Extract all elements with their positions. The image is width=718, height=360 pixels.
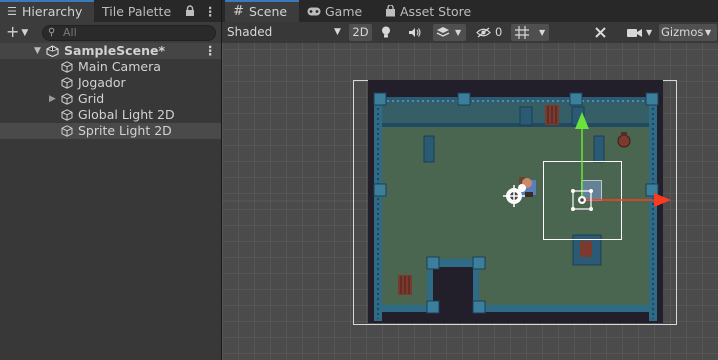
tab-asset-store-label: Asset Store	[400, 4, 472, 19]
tab-hierarchy[interactable]: ☰ Hierarchy	[0, 0, 94, 23]
wrench-icon	[594, 26, 618, 39]
scene-panel: # Scene Game Asset Store Shaded ▼ 2D ▼ 0…	[222, 0, 718, 360]
dropdown-arrow-icon: ▼	[646, 28, 653, 37]
tab-asset-store[interactable]: Asset Store	[380, 0, 480, 22]
hierarchy-item-global-light-2d[interactable]: Global Light 2D	[0, 107, 221, 123]
toggle-2d-button[interactable]: 2D	[349, 24, 372, 41]
scene-toolbar: Shaded ▼ 2D ▼ 0 ▼ ▼ Gizmos ▼	[222, 22, 718, 44]
tab-game-label: Game	[325, 4, 363, 19]
hierarchy-toolbar: + ▼ ⚲ All	[0, 22, 221, 44]
scene-viewport[interactable]	[222, 43, 718, 360]
scene-canvas[interactable]	[222, 43, 718, 360]
hierarchy-tab-bar: ☰ Hierarchy Tile Palette ⋮	[0, 0, 221, 23]
gameobject-cube-icon	[61, 109, 73, 121]
tab-game[interactable]: Game	[302, 0, 372, 22]
audio-toggle[interactable]	[408, 24, 429, 41]
camera-icon	[627, 28, 642, 38]
layers-icon	[436, 26, 450, 39]
tab-hierarchy-label: Hierarchy	[22, 4, 83, 19]
gameobject-cube-icon	[61, 61, 73, 73]
scene-row[interactable]: ▼ SampleScene* ⋮	[0, 43, 221, 59]
hierarchy-item-main-camera[interactable]: Main Camera	[0, 59, 221, 75]
more-options-icon[interactable]: ⋮	[204, 0, 217, 23]
lighting-toggle[interactable]	[381, 24, 402, 41]
dropdown-arrow-icon: ▼	[705, 28, 712, 37]
toggle-2d-label: 2D	[352, 25, 369, 39]
eye-slash-icon	[476, 27, 491, 38]
hierarchy-item-jogador[interactable]: Jogador	[0, 75, 221, 91]
shading-mode-value: Shaded	[227, 25, 273, 39]
camera-settings-dropdown[interactable]: ▼	[624, 24, 656, 41]
list-icon: ☰	[7, 5, 17, 18]
tab-tile-palette-label: Tile Palette	[102, 4, 172, 19]
lightbulb-icon	[381, 26, 402, 39]
dropdown-arrow-icon: ▼	[21, 28, 29, 38]
tab-scene[interactable]: # Scene	[225, 0, 299, 23]
item-label: Main Camera	[78, 59, 161, 74]
hidden-objects-toggle[interactable]: 0	[474, 24, 505, 41]
hierarchy-item-grid[interactable]: ▶ Grid	[0, 91, 221, 107]
gamepad-icon	[307, 7, 321, 16]
grid-icon: #	[233, 4, 244, 19]
tab-scene-label: Scene	[249, 4, 288, 19]
tab-tile-palette[interactable]: Tile Palette ⋮	[94, 0, 221, 22]
gizmos-dropdown[interactable]: Gizmos ▼	[659, 24, 717, 41]
item-label: Grid	[78, 91, 105, 106]
gameobject-cube-icon	[61, 93, 73, 105]
dropdown-arrow-icon: ▼	[334, 27, 341, 37]
item-label: Sprite Light 2D	[78, 123, 172, 138]
gizmos-label: Gizmos	[661, 25, 704, 39]
gameobject-cube-icon	[61, 125, 73, 137]
effects-dropdown[interactable]: ▼	[433, 24, 466, 41]
dropdown-arrow-icon: ▼	[539, 28, 546, 37]
search-placeholder: All	[63, 26, 77, 39]
dropdown-arrow-icon: ▼	[455, 28, 462, 37]
scene-tab-bar: # Scene Game Asset Store	[222, 0, 718, 23]
create-button[interactable]: + ▼	[6, 22, 28, 43]
search-icon: ⚲	[48, 27, 56, 38]
scene-name: SampleScene*	[64, 43, 165, 58]
hierarchy-item-sprite-light-2d[interactable]: Sprite Light 2D	[0, 123, 221, 139]
expand-arrow-icon[interactable]: ▼	[34, 43, 41, 59]
item-label: Global Light 2D	[78, 107, 175, 122]
grid-snapping-dropdown[interactable]: ▼	[511, 24, 549, 41]
tools-button[interactable]	[594, 24, 618, 41]
search-input[interactable]: ⚲ All	[42, 25, 216, 41]
item-label: Jogador	[78, 75, 126, 90]
scene-more-options-icon[interactable]: ⋮	[204, 43, 217, 59]
shopping-bag-icon	[385, 5, 396, 17]
grid-snap-icon	[515, 26, 529, 39]
lock-icon[interactable]	[185, 5, 195, 17]
plus-icon: +	[6, 22, 20, 41]
hidden-count: 0	[495, 25, 503, 39]
expand-arrow-icon[interactable]: ▶	[49, 91, 56, 107]
gameobject-cube-icon	[61, 77, 73, 89]
speaker-icon	[408, 27, 429, 38]
shading-mode-dropdown[interactable]: Shaded ▼	[227, 24, 345, 41]
hierarchy-panel: ☰ Hierarchy Tile Palette ⋮ + ▼ ⚲ All ▼ Sa…	[0, 0, 221, 360]
unity-scene-icon	[46, 45, 59, 57]
